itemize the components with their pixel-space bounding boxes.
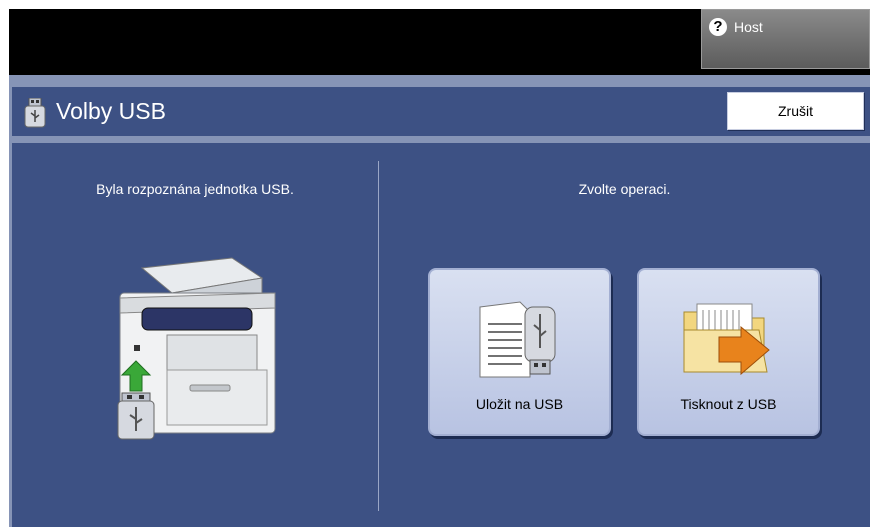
print-from-usb-label: Tisknout z USB [680,396,777,412]
save-to-usb-icon [479,301,556,378]
host-button[interactable]: ? Host [701,9,870,69]
usb-detected-message: Byla rozpoznána jednotka USB. [96,181,294,197]
main-panel: Byla rozpoznána jednotka USB. Zvolte ope… [12,143,870,527]
choose-operation-prompt: Zvolte operaci. [578,181,671,197]
print-from-usb-icon [683,303,770,376]
question-mark-icon: ? [709,18,727,36]
page-title: Volby USB [56,98,166,124]
divider [378,161,379,511]
usb-drive-icon [24,98,46,128]
print-from-usb-button[interactable]: Tisknout z USB [637,268,820,436]
usb-options-screen: ? Host Volby USB Zrušit Byla rozpoznána … [0,0,879,527]
host-label: Host [734,19,763,35]
cancel-button[interactable]: Zrušit [727,92,864,130]
save-to-usb-label: Uložit na USB [475,396,564,412]
printer-with-usb-icon [117,257,276,440]
save-to-usb-button[interactable]: Uložit na USB [428,268,611,436]
